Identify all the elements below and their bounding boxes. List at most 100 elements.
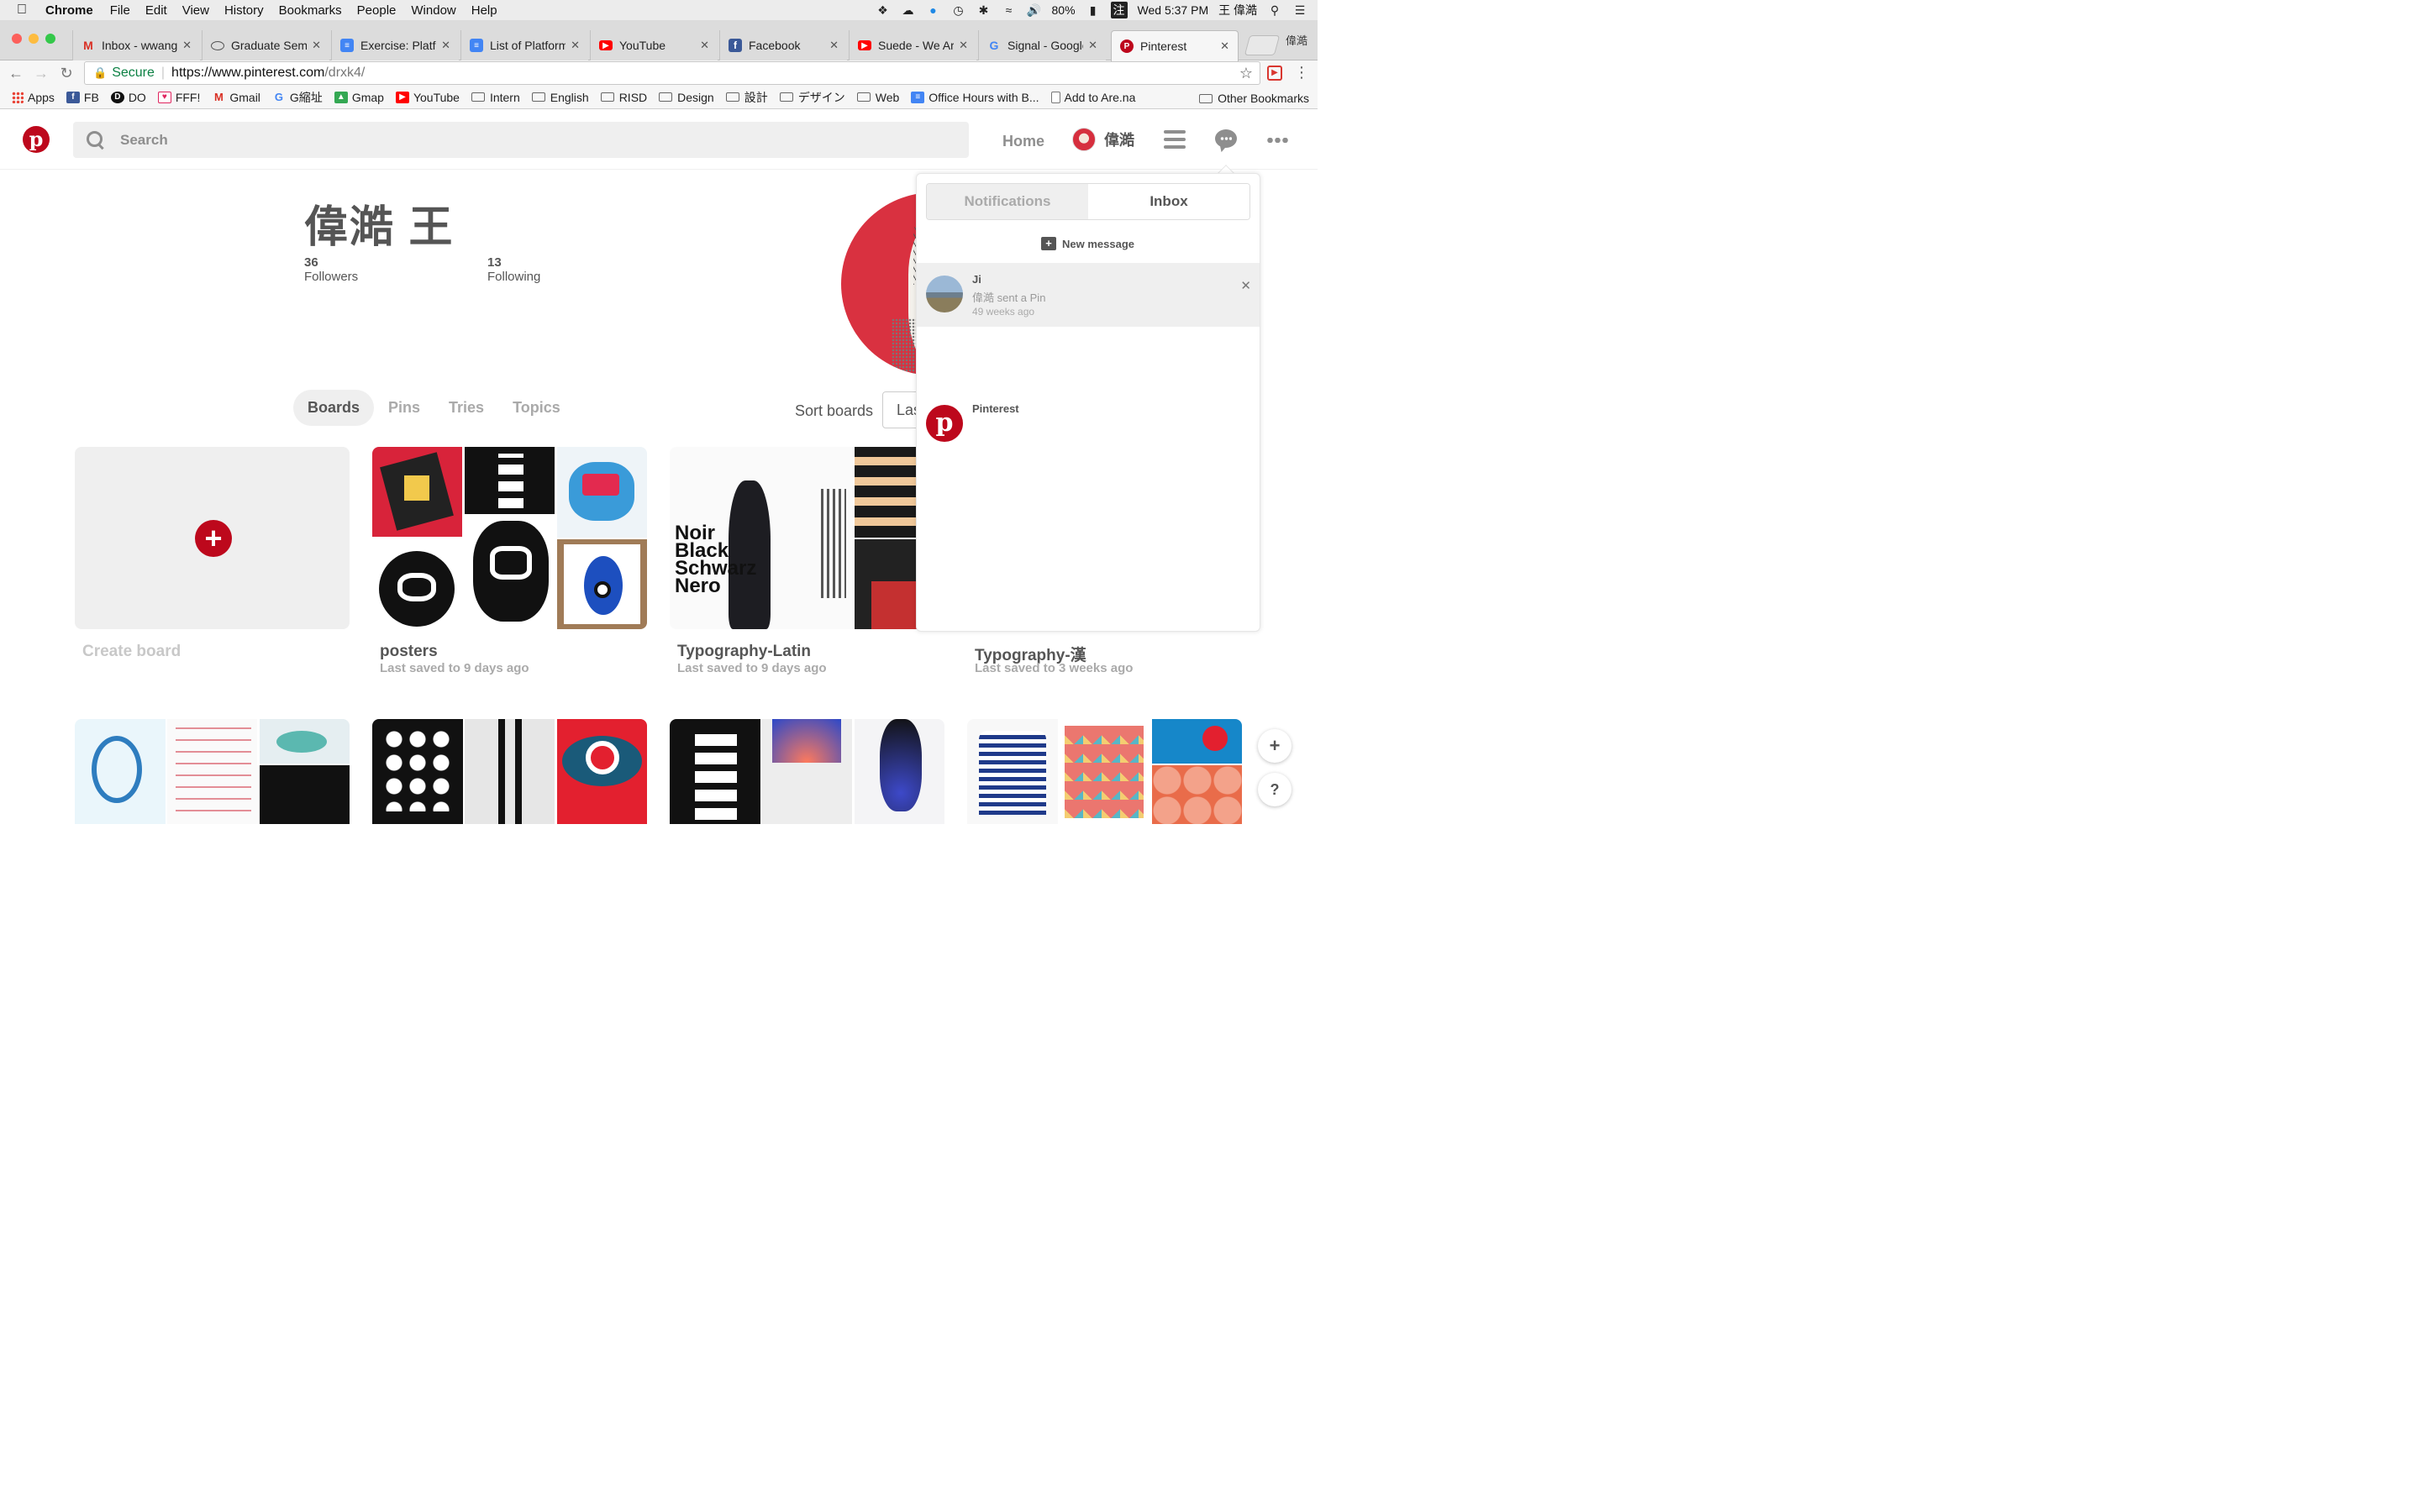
followers-stat[interactable]: 36 Followers (304, 255, 358, 284)
new-tab-button[interactable] (1244, 35, 1281, 55)
time-machine-icon[interactable]: ◷ (951, 3, 966, 18)
create-board-tile[interactable]: + (75, 447, 350, 629)
bookmark-item[interactable]: M Gmail (212, 91, 260, 104)
tab-inbox[interactable]: Inbox (1088, 184, 1249, 219)
bookmark-item[interactable]: ▶ YouTube (395, 91, 460, 104)
board-typography-latin[interactable]: Noir Black Schwarz Nero (670, 447, 944, 629)
bookmark-item[interactable]: G G縮址 (272, 89, 323, 106)
close-icon[interactable]: ✕ (182, 39, 192, 52)
battery-icon[interactable]: ▮ (1086, 3, 1101, 18)
forward-arrow-icon[interactable]: → (29, 65, 54, 82)
browser-tab[interactable]: ≡ Exercise: Platfo ✕ (331, 30, 459, 60)
tab-topics[interactable]: Topics (498, 390, 575, 426)
chrome-menu-icon[interactable]: ⋮ (1294, 64, 1309, 81)
bookmark-folder[interactable]: Intern (471, 91, 520, 104)
menu-app-chrome[interactable]: Chrome (45, 3, 93, 18)
apple-menu-icon[interactable]:  (17, 3, 40, 18)
bookmark-folder[interactable]: Web (856, 91, 899, 104)
close-icon[interactable]: ✕ (1088, 39, 1097, 52)
board-title[interactable]: posters (380, 643, 438, 661)
tab-tries[interactable]: Tries (434, 390, 498, 426)
new-message-button[interactable]: + New message (1041, 237, 1134, 250)
bluetooth-icon[interactable]: ✱ (976, 3, 992, 18)
bookmark-item[interactable]: Add to Are.na (1050, 91, 1135, 104)
bookmark-folder[interactable]: English (531, 91, 589, 104)
bookmark-item[interactable]: Apps (12, 91, 55, 104)
menu-file[interactable]: File (110, 3, 130, 18)
menu-view[interactable]: View (182, 3, 209, 18)
bookmark-item[interactable]: ≡ Office Hours with B... (911, 91, 1039, 104)
conversation-item[interactable]: Ji 偉澔 sent a Pin 49 weeks ago ✕ (917, 263, 1260, 327)
board-title[interactable]: Typography-Latin (677, 643, 811, 661)
bookmark-item[interactable]: ▲ Gmap (334, 91, 384, 104)
window-minimize-button[interactable] (29, 34, 39, 44)
browser-tab-active[interactable]: P Pinterest ✕ (1111, 30, 1239, 61)
volume-icon[interactable]: 🔊 (1027, 3, 1042, 18)
menu-history[interactable]: History (224, 3, 264, 18)
menubar-clock[interactable]: Wed 5:37 PM (1138, 3, 1209, 17)
menu-help[interactable]: Help (471, 3, 497, 18)
tab-pins[interactable]: Pins (374, 390, 434, 426)
browser-tab[interactable]: ▶ YouTube ✕ (590, 30, 718, 60)
bookmark-item[interactable]: f FB (66, 91, 99, 104)
browser-tab[interactable]: Graduate Semir ✕ (202, 30, 329, 60)
window-zoom-button[interactable] (45, 34, 55, 44)
close-icon[interactable]: ✕ (571, 39, 580, 52)
help-button[interactable]: ? (1258, 773, 1292, 806)
wifi-icon[interactable]: ≈ (1002, 3, 1017, 17)
menu-window[interactable]: Window (411, 3, 455, 18)
creative-cloud-icon[interactable]: ☁ (901, 3, 916, 18)
input-method-indicator[interactable]: 注 (1110, 2, 1128, 18)
close-icon[interactable]: ✕ (312, 39, 321, 52)
more-options-icon[interactable] (1266, 138, 1288, 143)
bookmark-item[interactable]: ♥ FFF! (157, 91, 200, 104)
home-link[interactable]: Home (1002, 133, 1044, 150)
notification-center-icon[interactable]: ☰ (1292, 3, 1307, 18)
menu-icon[interactable] (1164, 130, 1186, 149)
following-stat[interactable]: 13 Following (487, 255, 540, 284)
bookmark-item[interactable]: D DO (110, 91, 146, 104)
add-pin-button[interactable]: + (1258, 729, 1292, 763)
close-icon[interactable]: ✕ (1220, 39, 1229, 53)
board-cover-row2[interactable] (75, 719, 350, 824)
board-cover-row2[interactable] (670, 719, 944, 824)
bookmark-folder[interactable]: RISD (600, 91, 647, 104)
close-icon[interactable]: ✕ (700, 39, 709, 52)
conversation-item[interactable]: p Pinterest (917, 392, 1260, 456)
menubar-user[interactable]: 王 偉澔 (1218, 2, 1257, 18)
bookmark-star-icon[interactable]: ☆ (1239, 65, 1253, 82)
address-bar[interactable]: 🔒 Secure | https://www.pinterest.com /dr… (84, 61, 1260, 85)
profile-link[interactable]: 偉澔 (1072, 128, 1134, 151)
search-bar[interactable] (73, 122, 969, 158)
menu-people[interactable]: People (357, 3, 397, 18)
spotlight-icon[interactable]: ⚲ (1267, 3, 1282, 18)
pinterest-logo-icon[interactable]: p (23, 126, 50, 153)
close-icon[interactable]: ✕ (441, 39, 450, 52)
extension-icon[interactable]: ▶ (1267, 66, 1282, 81)
close-icon[interactable]: ✕ (959, 39, 968, 52)
other-bookmarks[interactable]: Other Bookmarks (1199, 92, 1309, 105)
menu-edit[interactable]: Edit (145, 3, 167, 18)
dropbox-icon[interactable]: ❖ (876, 3, 891, 18)
close-icon[interactable]: ✕ (1240, 278, 1251, 293)
skype-icon[interactable]: ● (926, 3, 941, 17)
menu-bookmarks[interactable]: Bookmarks (279, 3, 342, 18)
back-arrow-icon[interactable]: ← (3, 65, 29, 82)
window-close-button[interactable] (12, 34, 22, 44)
board-cover-row2[interactable] (967, 719, 1242, 824)
browser-tab[interactable]: M Inbox - wwang0 ✕ (72, 30, 200, 60)
board-posters[interactable] (372, 447, 647, 629)
bookmark-folder[interactable]: 設計 (725, 89, 768, 106)
tab-boards[interactable]: Boards (293, 390, 375, 426)
chrome-profile-name[interactable]: 偉澔 (1286, 32, 1307, 48)
browser-tab[interactable]: ▶ Suede - We Are ✕ (849, 30, 976, 60)
browser-tab[interactable]: ≡ List of Platform ✕ (460, 30, 588, 60)
board-cover-row2[interactable] (372, 719, 647, 824)
tab-notifications[interactable]: Notifications (927, 184, 1088, 219)
close-icon[interactable]: ✕ (829, 39, 839, 52)
create-board-label[interactable]: Create board (82, 643, 181, 661)
browser-tab[interactable]: f Facebook ✕ (719, 30, 847, 60)
bookmark-folder[interactable]: Design (659, 91, 714, 104)
reload-icon[interactable]: ↻ (54, 65, 79, 82)
browser-tab[interactable]: G Signal - Google ✕ (978, 30, 1106, 60)
